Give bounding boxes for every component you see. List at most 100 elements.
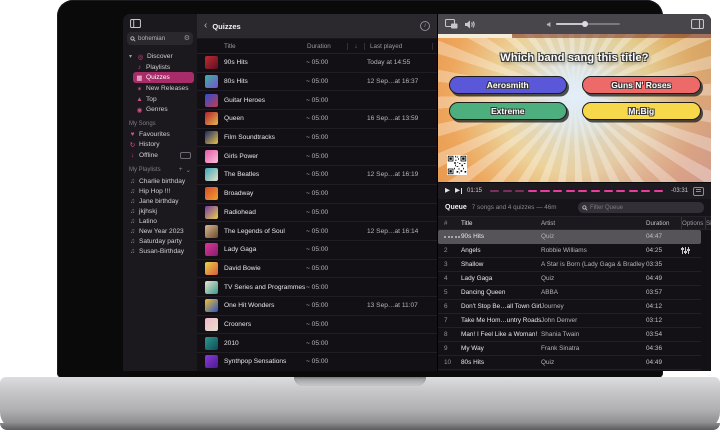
- quiz-list-row[interactable]: Girls Power ~ 05:00: [197, 147, 437, 166]
- queue-row[interactable]: 3 Shallow A Star is Born (Lady Gaga & Br…: [438, 258, 701, 272]
- column-title[interactable]: Title: [461, 220, 541, 227]
- column-title[interactable]: Title: [224, 43, 307, 50]
- quiz-list-row[interactable]: Lady Gaga ~ 05:00: [197, 241, 437, 260]
- sidebar-item[interactable]: ↓ Offline: [126, 150, 194, 160]
- queue-row[interactable]: 4 Lady Gaga Quiz 04:49: [438, 272, 701, 286]
- quiz-duration: ~ 05:00: [306, 190, 346, 197]
- quiz-list-row[interactable]: TV Series and Programmes ~ 05:00: [197, 278, 437, 297]
- column-singer[interactable]: Singer: [706, 217, 711, 229]
- quiz-list-row[interactable]: Broadway ~ 05:00: [197, 185, 437, 204]
- sidebar-playlist-item[interactable]: ♫ Jane birthday: [126, 196, 194, 206]
- play-button[interactable]: ▶: [445, 188, 450, 195]
- queue-row[interactable]: 90s Hits Quiz 04:47: [438, 230, 701, 244]
- sidebar: bohemian ⚙ ▾ ◎ Discover ♪ Playlists: [123, 14, 197, 371]
- player-panel: Which band sang this title? Aerosmith Gu…: [438, 14, 711, 371]
- volume-slider[interactable]: [546, 21, 620, 28]
- quiz-list-row[interactable]: Synthpop Sensations ~ 05:00: [197, 353, 437, 371]
- quiz-list-row[interactable]: The Legends of Soul ~ 05:00 12 Sep…at 16…: [197, 222, 437, 241]
- answer-button[interactable]: Guns N' Roses: [582, 76, 701, 94]
- laptop-lid-notch: [294, 377, 426, 386]
- add-playlist-icon[interactable]: +: [179, 166, 183, 174]
- answer-button[interactable]: Extreme: [449, 102, 568, 120]
- queue-header: Queue 7 songs and 4 quizzes — 46m Filter…: [438, 199, 711, 216]
- sidebar-toggle-icon[interactable]: [130, 19, 141, 28]
- quiz-list-row[interactable]: Guitar Heroes ~ 05:00: [197, 91, 437, 110]
- sidebar-item[interactable]: ▲ Top: [133, 94, 194, 104]
- queue-song-duration: 04:49: [646, 275, 681, 282]
- queue-song-duration: 04:47: [646, 233, 681, 240]
- queue-row[interactable]: 11 Guitar Heroes Quiz 04:49: [438, 370, 701, 371]
- sidebar-item[interactable]: ◉ Genres: [133, 104, 194, 115]
- column-duration[interactable]: Duration: [307, 43, 348, 50]
- pitch-options-icon[interactable]: [681, 247, 690, 254]
- chevron-down-icon[interactable]: ⌄: [186, 166, 191, 174]
- column-options[interactable]: Options: [682, 217, 706, 229]
- quiz-title: Lady Gaga: [224, 246, 306, 253]
- lyrics-toggle-icon[interactable]: [693, 187, 704, 196]
- sidebar-item[interactable]: ♥ Favourites: [126, 129, 194, 139]
- next-track-button[interactable]: ▶: [455, 188, 462, 195]
- column-duration[interactable]: Duration: [646, 217, 682, 229]
- sidebar-playlist-item[interactable]: ♫ Saturday party: [126, 236, 194, 246]
- quiz-last-played: 12 Sep…at 16:14: [362, 228, 437, 235]
- answer-button[interactable]: Mr.Big: [582, 102, 701, 120]
- player-toolbar: [438, 14, 711, 34]
- sort-arrow-icon[interactable]: ↓: [348, 43, 365, 50]
- search-input[interactable]: bohemian ⚙: [127, 32, 193, 45]
- back-button[interactable]: ‹: [204, 21, 207, 31]
- sidebar-playlist-item[interactable]: ♫ Hip Hop !!!: [126, 186, 194, 196]
- queue-row[interactable]: 7 Take Me Hom…untry Roads John Denver 03…: [438, 314, 701, 328]
- sidebar-item[interactable]: ▦ Quizzes: [133, 72, 194, 83]
- queue-song-title: Lady Gaga: [461, 275, 541, 282]
- column-artist[interactable]: Artist: [541, 220, 646, 227]
- quiz-artwork: [205, 225, 218, 238]
- quiz-duration: ~ 05:00: [306, 302, 346, 309]
- queue-song-duration: 03:12: [646, 317, 681, 324]
- pip-window-icon[interactable]: [445, 19, 458, 29]
- column-last-played[interactable]: Last played: [365, 43, 433, 50]
- quiz-list-row[interactable]: 90s Hits ~ 05:00 Today at 14:55: [197, 54, 437, 73]
- quiz-list-row[interactable]: Queen ~ 05:00 16 Sep…at 13:59: [197, 110, 437, 129]
- sidebar-playlist-item[interactable]: ♫ Latino: [126, 216, 194, 226]
- sidebar-item-discover[interactable]: ▾ ◎ Discover: [126, 51, 194, 62]
- volume-track[interactable]: [556, 23, 620, 25]
- filter-queue-input[interactable]: Filter Queue: [578, 202, 704, 213]
- search-settings-gear-icon[interactable]: ⚙: [184, 35, 190, 42]
- quiz-list-row[interactable]: Film Soundtracks ~ 05:00: [197, 129, 437, 148]
- search-icon: [582, 205, 588, 211]
- sidebar-playlist-item[interactable]: ♫ Charlie birthday: [126, 176, 194, 186]
- quiz-list-row[interactable]: The Beatles ~ 05:00 12 Sep…at 16:19: [197, 166, 437, 185]
- quiz-list-row[interactable]: 2010 ~ 05:00: [197, 334, 437, 353]
- queue-row[interactable]: 5 Dancing Queen ABBA 03:57: [438, 286, 701, 300]
- queue-row[interactable]: 10 80s Hits Quiz 04:49: [438, 356, 701, 370]
- sidebar-playlist-item[interactable]: ♫ jkjhskj: [126, 206, 194, 216]
- offline-badge-icon: [180, 152, 191, 159]
- quiz-list-row[interactable]: One Hit Wonders ~ 05:00 13 Sep…at 11:07: [197, 297, 437, 316]
- queue-row[interactable]: 2 Angels Robbie Williams 04:25: [438, 244, 701, 258]
- queue-row[interactable]: 8 Man! I Feel Like a Woman! Shania Twain…: [438, 328, 701, 342]
- quiz-list-row[interactable]: Radiohead ~ 05:00: [197, 204, 437, 223]
- info-icon[interactable]: i: [420, 21, 430, 31]
- song-progress-segments[interactable]: [487, 190, 666, 193]
- queue-row[interactable]: 9 My Way Frank Sinatra 04:36: [438, 342, 701, 356]
- quiz-list-row[interactable]: Crooners ~ 05:00: [197, 316, 437, 335]
- sidebar-item-label: Hip Hop !!!: [139, 188, 170, 195]
- quiz-title: Radiohead: [224, 209, 306, 216]
- sidebar-item[interactable]: ↻ History: [126, 139, 194, 150]
- queue-row[interactable]: 6 Don't Stop Be…all Town Girl) Journey 0…: [438, 300, 701, 314]
- queue-song-duration: 04:12: [646, 303, 681, 310]
- quiz-artwork: [205, 299, 218, 312]
- volume-knob[interactable]: [582, 21, 588, 27]
- sidebar-playlist-item[interactable]: ♫ Susan-Birthday: [126, 246, 194, 256]
- quiz-list-row[interactable]: David Bowie ~ 05:00: [197, 260, 437, 279]
- my-playlists-items: ♫ Charlie birthday ♫ Hip Hop !!! ♫ Jane …: [123, 176, 197, 256]
- column-number[interactable]: #: [438, 220, 461, 227]
- sidebar-playlist-item[interactable]: ♫ New Year 2023: [126, 226, 194, 236]
- display-panel-icon[interactable]: [691, 19, 704, 29]
- answer-button[interactable]: Aerosmith: [449, 76, 568, 94]
- quiz-list-row[interactable]: 80s Hits ~ 05:00 12 Sep…at 16:37: [197, 73, 437, 92]
- sidebar-item[interactable]: ♪ Playlists: [133, 62, 194, 72]
- speaker-output-icon[interactable]: [464, 20, 475, 29]
- sidebar-item[interactable]: ✶ New Releases: [133, 83, 194, 94]
- elapsed-time: 01:15: [467, 188, 482, 194]
